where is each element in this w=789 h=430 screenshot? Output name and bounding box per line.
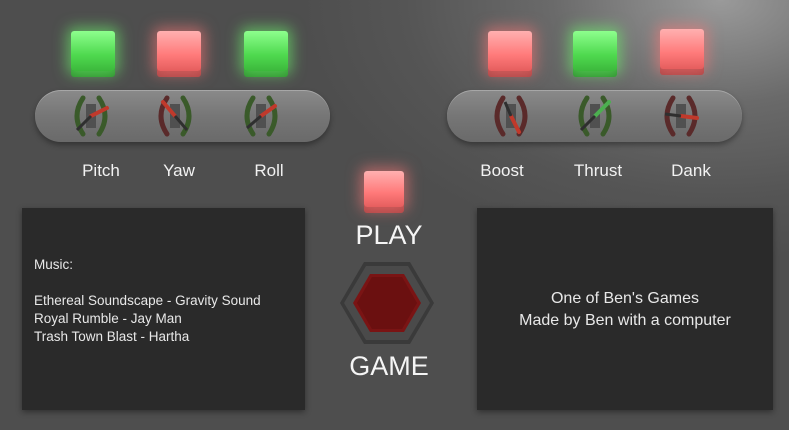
- play-indicator-light: [364, 171, 404, 207]
- info-text: One of Ben's Games Made by Ben with a co…: [477, 288, 773, 332]
- credits-track: Royal Rumble - Jay Man: [34, 311, 182, 326]
- thrust-switch[interactable]: [567, 90, 623, 142]
- dank-switch[interactable]: [653, 90, 709, 142]
- credits-track: Trash Town Blast - Hartha: [34, 329, 190, 344]
- right-switch-panel: [447, 90, 742, 142]
- roll-label: Roll: [254, 161, 284, 180]
- credits-heading: Music:: [34, 257, 74, 272]
- pitch-label: Pitch: [82, 161, 120, 180]
- pitch-switch[interactable]: [63, 90, 119, 142]
- roll-switch[interactable]: [233, 90, 289, 142]
- yaw-label: Yaw: [163, 161, 195, 180]
- left-switch-panel: [35, 90, 330, 142]
- info-panel: One of Ben's Games Made by Ben with a co…: [477, 208, 773, 410]
- boost-switch[interactable]: [483, 90, 539, 142]
- info-line-1: One of Ben's Games: [550, 290, 699, 307]
- roll-indicator-light: [244, 31, 288, 71]
- thrust-label: Thrust: [573, 161, 623, 180]
- yaw-indicator-light: [157, 31, 201, 71]
- yaw-switch[interactable]: [147, 90, 203, 142]
- credits-panel: Music: Ethereal Soundscape - Gravity Sou…: [22, 208, 305, 410]
- boost-label: Boost: [480, 161, 524, 180]
- dank-label: Dank: [671, 161, 711, 180]
- credits-track: Ethereal Soundscape - Gravity Sound: [34, 293, 261, 308]
- info-line-2: Made by Ben with a computer: [519, 312, 731, 329]
- game-button[interactable]: [338, 260, 436, 346]
- dank-indicator-light: [660, 29, 704, 69]
- pitch-indicator-light: [71, 31, 115, 71]
- thrust-indicator-light: [573, 31, 617, 71]
- credits-text: Music: Ethereal Soundscape - Gravity Sou…: [34, 256, 261, 346]
- boost-indicator-light: [488, 31, 532, 71]
- game-label: GAME: [349, 351, 429, 381]
- play-label: PLAY: [355, 220, 423, 250]
